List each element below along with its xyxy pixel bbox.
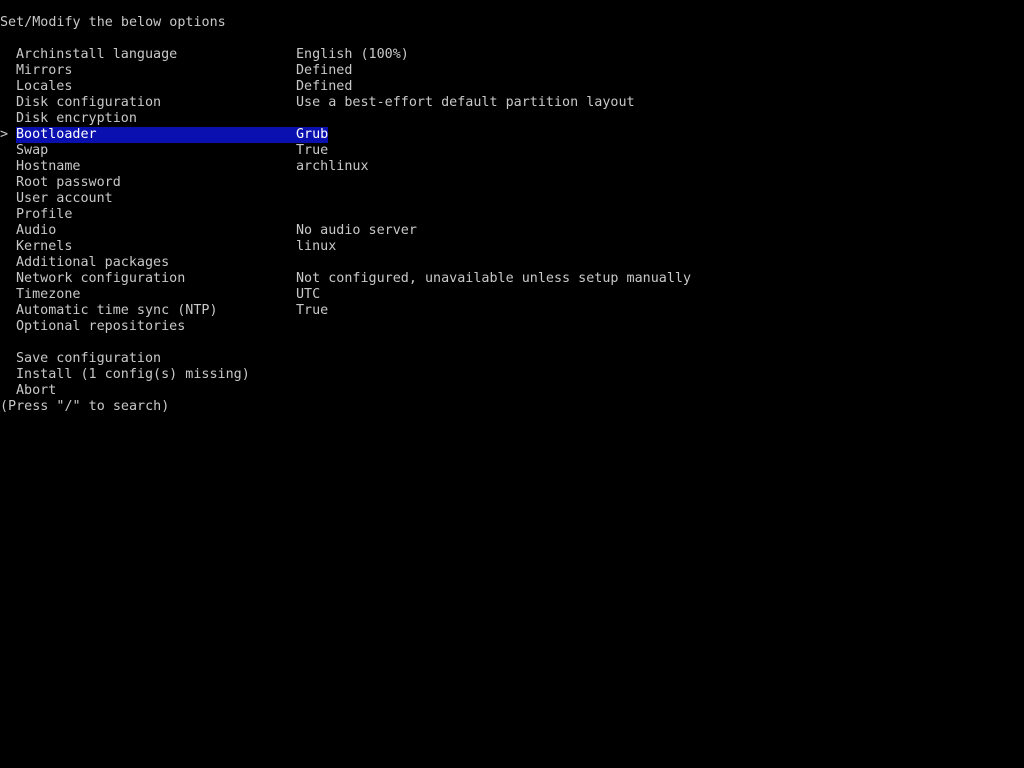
menu-item-automatic-time-sync[interactable]: Automatic time sync (NTP) True [0,303,1024,319]
menu-header: Set/Modify the below options [0,15,226,30]
menu-item-disk-encryption[interactable]: Disk encryption [0,111,1024,127]
menu-item-value: Defined [296,79,353,94]
menu-item-label: Additional packages [16,255,170,270]
menu-item-label: Locales [16,79,73,94]
cursor-chevron-icon: > [0,127,9,142]
menu-item-profile[interactable]: Profile [0,207,1024,223]
terminal-screen: Set/Modify the below options Archinstall… [0,0,1024,768]
abort-action[interactable]: Abort [0,383,1024,399]
menu-item-label: Network configuration [16,271,186,286]
menu-item-root-password[interactable]: Root password [0,175,1024,191]
menu-item-value: Grub [296,127,329,142]
menu-item-value: No audio server [296,223,417,238]
menu-item-value: English (100%) [296,47,409,62]
menu-item-value: archlinux [296,159,369,174]
menu-item-label: Root password [16,175,121,190]
menu-item-mirrors[interactable]: Mirrors Defined [0,63,1024,79]
menu-item-bootloader[interactable]: > Bootloader Grub [0,127,1024,143]
menu-item-timezone[interactable]: Timezone UTC [0,287,1024,303]
install-action[interactable]: Install (1 config(s) missing) [0,367,1024,383]
menu-item-label: Disk encryption [16,111,137,126]
menu-item-label: Audio [16,223,57,238]
menu-item-label: Timezone [16,287,81,302]
menu-item-value: UTC [296,287,321,302]
menu-item-archinstall-language[interactable]: Archinstall language English (100%) [0,47,1024,63]
menu-item-optional-repositories[interactable]: Optional repositories [0,319,1024,335]
save-configuration-action[interactable]: Save configuration [0,351,1024,367]
action-label: Abort [16,383,57,398]
menu-item-label: Hostname [16,159,81,174]
menu-item-label: Bootloader [16,127,97,142]
menu-item-label: Mirrors [16,63,73,78]
action-label: Install (1 config(s) missing) [16,367,250,382]
menu-item-value: True [296,143,329,158]
menu-item-hostname[interactable]: Hostname archlinux [0,159,1024,175]
menu-item-value: Use a best-effort default partition layo… [296,95,635,110]
menu-item-label: User account [16,191,113,206]
action-label: Save configuration [16,351,162,366]
menu-item-label: Swap [16,143,49,158]
menu-item-value: Defined [296,63,353,78]
menu-item-label: Optional repositories [16,319,186,334]
menu-item-locales[interactable]: Locales Defined [0,79,1024,95]
menu-item-label: Kernels [16,239,73,254]
search-hint: (Press "/" to search) [0,399,170,414]
menu-item-swap[interactable]: Swap True [0,143,1024,159]
menu-item-label: Disk configuration [16,95,162,110]
menu-item-label: Profile [16,207,73,222]
menu-item-value: Not configured, unavailable unless setup… [296,271,692,286]
menu-item-label: Automatic time sync (NTP) [16,303,218,318]
menu-item-value: True [296,303,329,318]
menu-item-audio[interactable]: Audio No audio server [0,223,1024,239]
menu-item-kernels[interactable]: Kernels linux [0,239,1024,255]
menu-item-disk-configuration[interactable]: Disk configuration Use a best-effort def… [0,95,1024,111]
menu-item-value: linux [296,239,337,254]
menu-item-network-configuration[interactable]: Network configuration Not configured, un… [0,271,1024,287]
menu-item-label: Archinstall language [16,47,178,62]
menu-item-additional-packages[interactable]: Additional packages [0,255,1024,271]
menu-item-user-account[interactable]: User account [0,191,1024,207]
